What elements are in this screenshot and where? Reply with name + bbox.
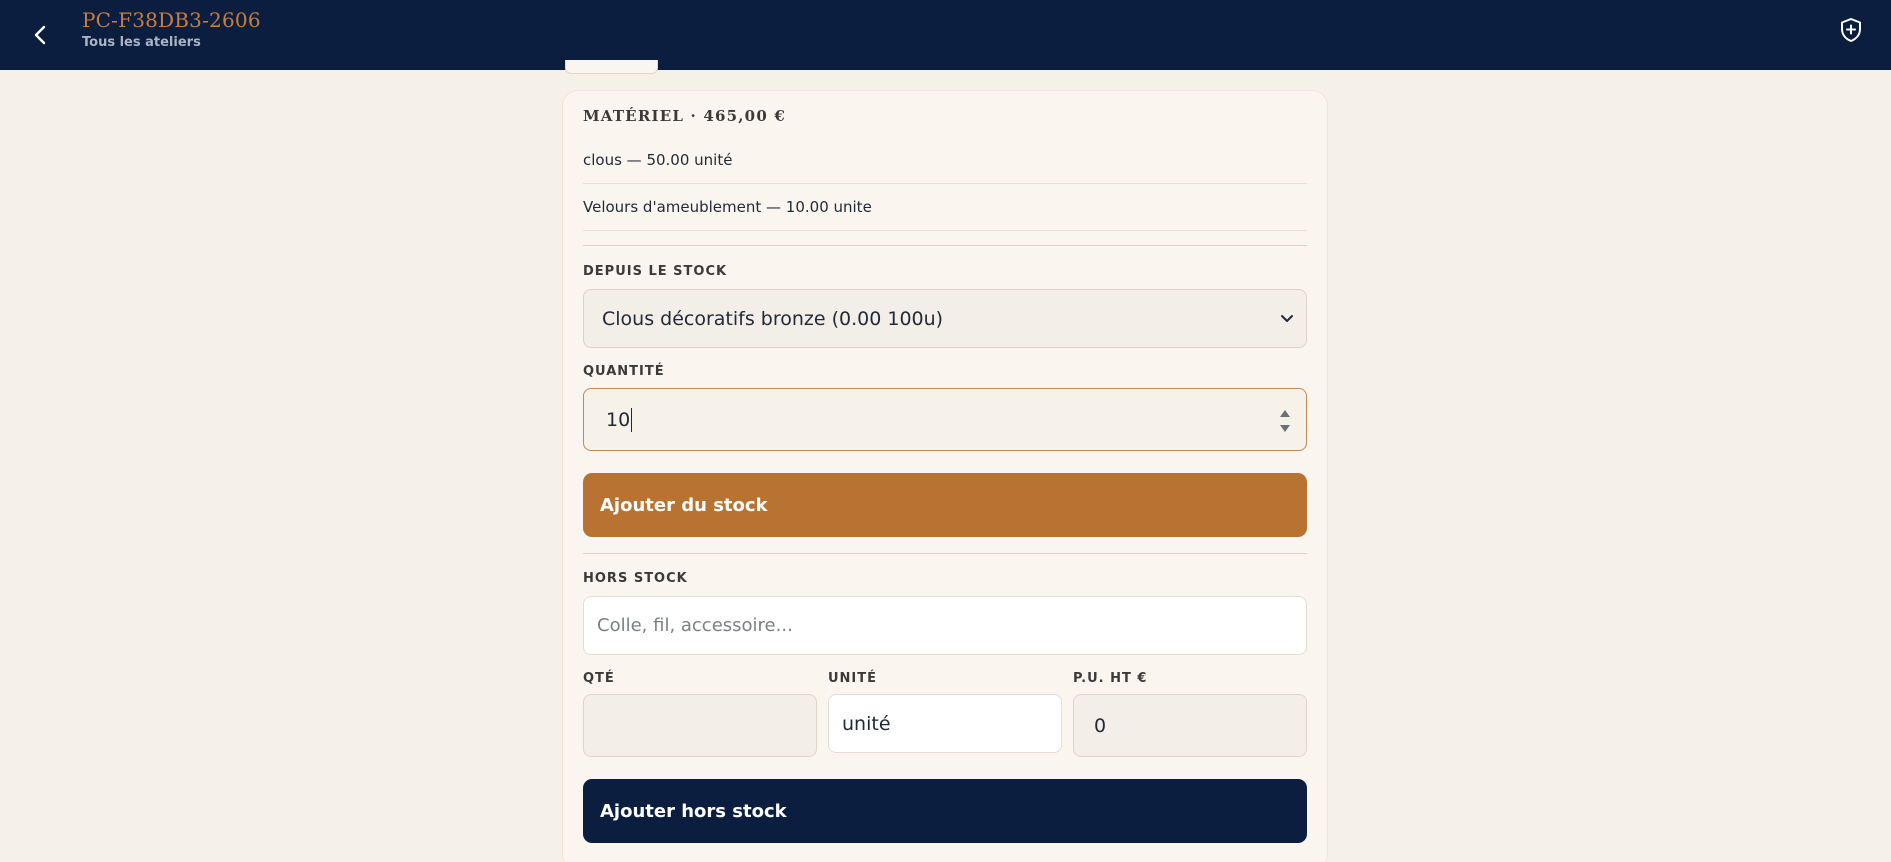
page-title: PC-F38DB3-2606 — [82, 8, 261, 32]
material-item-label: Velours d'ameublement — 10.00 unite — [583, 198, 872, 216]
chevron-down-icon — [1281, 315, 1293, 322]
add-hors-stock-button-label: Ajouter hors stock — [600, 800, 787, 822]
top-bar: PC-F38DB3-2606 Tous les ateliers — [0, 0, 1891, 70]
list-item: clous — 50.00 unité — [583, 137, 1307, 184]
divider — [583, 245, 1307, 246]
price-label: P.U. HT € — [1073, 671, 1148, 686]
add-stock-button[interactable]: Ajouter du stock — [583, 473, 1307, 537]
quantity-value: 10 — [606, 408, 631, 431]
text-caret — [631, 407, 633, 432]
divider — [583, 553, 1307, 554]
add-stock-button-label: Ajouter du stock — [600, 494, 768, 516]
collapsed-tab — [565, 60, 658, 74]
quantity-input[interactable]: 10 — [583, 388, 1307, 451]
chevron-left-icon — [34, 25, 46, 45]
unit-value: unité — [842, 712, 891, 735]
list-item: Velours d'ameublement — 10.00 unite — [583, 184, 1307, 231]
hors-stock-input[interactable]: Colle, fil, accessoire... — [583, 596, 1307, 655]
number-spinner[interactable] — [1278, 405, 1292, 437]
stock-select[interactable]: Clous décoratifs bronze (0.00 100u) — [583, 289, 1307, 348]
add-hors-stock-button[interactable]: Ajouter hors stock — [583, 779, 1307, 843]
shield-button[interactable] — [1837, 16, 1865, 44]
materiel-title: MATÉRIEL · 465,00 € — [583, 107, 787, 125]
quantity-label: QUANTITÉ — [583, 364, 665, 379]
unit-field[interactable]: unité — [828, 694, 1062, 753]
material-item-label: clous — 50.00 unité — [583, 151, 733, 169]
page-subtitle: Tous les ateliers — [82, 35, 201, 50]
shield-plus-icon — [1841, 18, 1861, 42]
hors-stock-label: HORS STOCK — [583, 571, 688, 586]
qty-field[interactable] — [583, 694, 817, 757]
qty-label: QTÉ — [583, 671, 615, 686]
stock-select-value: Clous décoratifs bronze (0.00 100u) — [602, 307, 944, 330]
hors-stock-placeholder: Colle, fil, accessoire... — [597, 615, 793, 636]
price-value: 0 — [1094, 714, 1107, 737]
unit-label: UNITÉ — [828, 671, 878, 686]
price-field[interactable]: 0 — [1073, 694, 1307, 757]
stock-label: DEPUIS LE STOCK — [583, 264, 728, 279]
header-titles: PC-F38DB3-2606 Tous les ateliers — [82, 8, 261, 52]
back-button[interactable] — [26, 17, 54, 53]
